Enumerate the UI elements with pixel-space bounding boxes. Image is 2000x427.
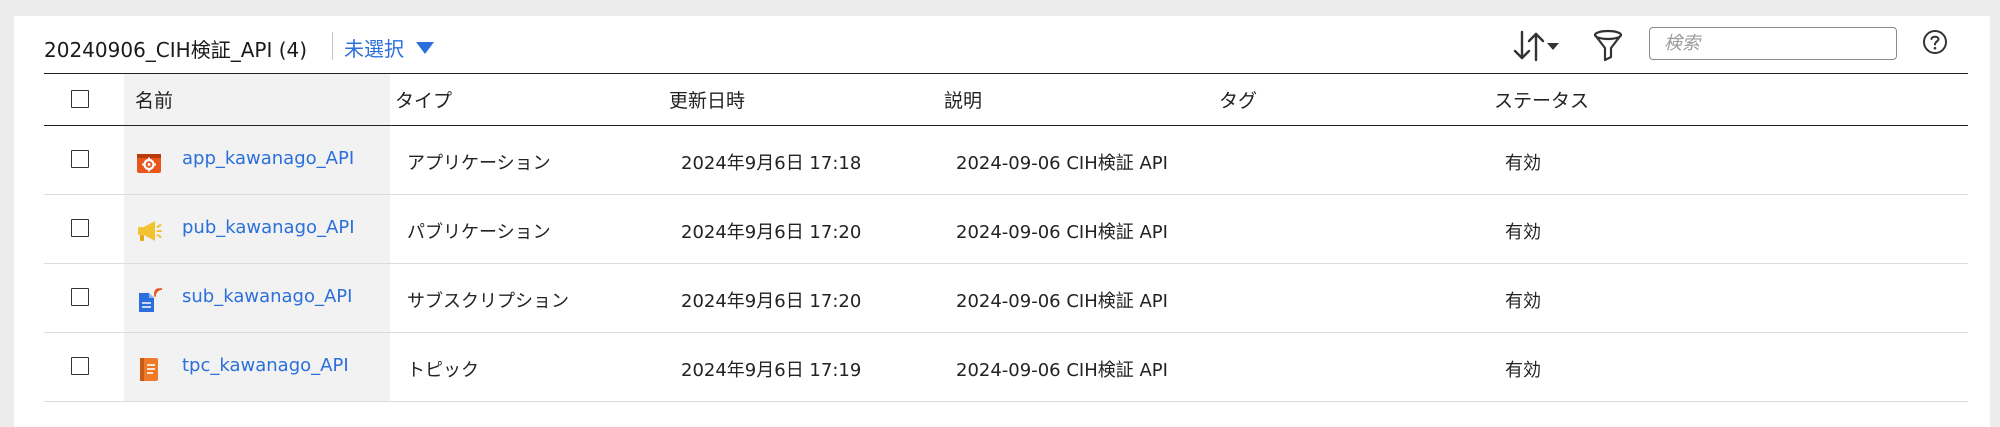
select-all-checkbox[interactable] [71,90,89,108]
asset-description: 2024-09-06 CIH検証 API [956,153,1168,174]
asset-panel: 20240906_CIH検証_API (4) 未選択 検索 名前 タイプ 更新日… [14,16,1990,427]
help-button[interactable] [1921,28,1949,56]
selection-label: 未選択 [344,36,404,61]
asset-name-link[interactable]: app_kawanago_API [182,148,354,169]
selection-dropdown[interactable]: 未選択 [344,30,434,64]
asset-status: 有効 [1505,291,1541,312]
publication-icon [138,221,162,241]
column-header-tags[interactable]: タグ [1219,86,1257,113]
row-checkbox[interactable] [71,150,89,168]
column-header-status[interactable]: ステータス [1494,86,1589,113]
asset-type: トピック [407,360,479,381]
sort-icon [1513,30,1559,62]
asset-name-link[interactable]: tpc_kawanago_API [182,355,349,376]
table-row[interactable]: sub_kawanago_API サブスクリプション 2024年9月6日 17:… [44,264,1968,333]
asset-updated: 2024年9月6日 17:19 [681,360,862,381]
asset-updated: 2024年9月6日 17:20 [681,222,862,243]
table-row[interactable]: pub_kawanago_API パブリケーション 2024年9月6日 17:2… [44,195,1968,264]
filter-button[interactable] [1590,26,1626,66]
asset-updated: 2024年9月6日 17:18 [681,153,862,174]
column-header-name[interactable]: 名前 [135,86,173,113]
asset-type: アプリケーション [407,153,551,174]
filter-icon [1593,29,1623,62]
subscription-icon [139,288,162,312]
asset-table: 名前 タイプ 更新日時 説明 タグ ステータス app_kawanago_API [44,73,1968,402]
help-icon [1923,30,1947,54]
table-header: 名前 タイプ 更新日時 説明 タグ ステータス [44,73,1968,126]
asset-name-link[interactable]: sub_kawanago_API [182,286,352,307]
column-header-updated[interactable]: 更新日時 [669,86,745,113]
row-checkbox[interactable] [71,219,89,237]
table-row[interactable]: app_kawanago_API アプリケーション 2024年9月6日 17:1… [44,126,1968,195]
asset-status: 有効 [1505,153,1541,174]
asset-description: 2024-09-06 CIH検証 API [956,360,1168,381]
toolbar-divider [332,32,333,60]
sort-button[interactable] [1511,26,1569,66]
row-checkbox[interactable] [71,288,89,306]
caret-down-icon [416,42,434,54]
column-header-type[interactable]: タイプ [395,86,452,113]
asset-status: 有効 [1505,360,1541,381]
search-input[interactable] [1649,27,1897,60]
row-checkbox[interactable] [71,357,89,375]
asset-name-link[interactable]: pub_kawanago_API [182,217,355,238]
asset-updated: 2024年9月6日 17:20 [681,291,862,312]
toolbar: 20240906_CIH検証_API (4) 未選択 [14,16,1990,74]
asset-description: 2024-09-06 CIH検証 API [956,222,1168,243]
asset-description: 2024-09-06 CIH検証 API [956,291,1168,312]
application-icon [137,154,161,173]
asset-status: 有効 [1505,222,1541,243]
topic-icon [140,358,158,381]
folder-title: 20240906_CIH検証_API (4) [44,38,308,62]
asset-type: パブリケーション [407,222,551,243]
column-header-description[interactable]: 説明 [944,86,982,113]
asset-type: サブスクリプション [407,291,569,312]
table-row[interactable]: tpc_kawanago_API トピック 2024年9月6日 17:19 20… [44,333,1968,402]
